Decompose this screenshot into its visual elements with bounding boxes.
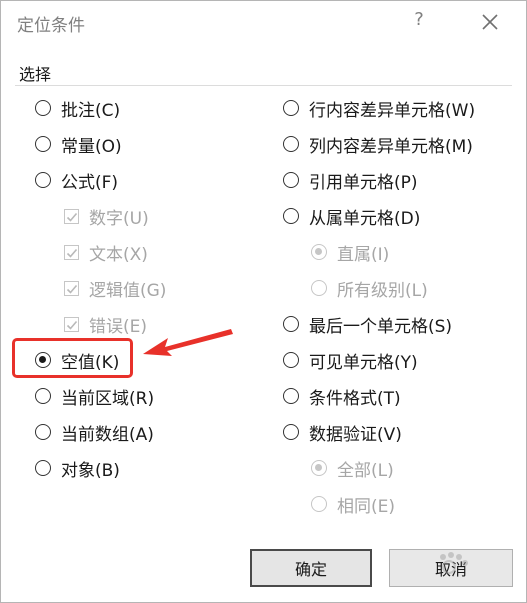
- radio-button[interactable]: [35, 460, 51, 476]
- radio-button[interactable]: [283, 136, 299, 152]
- option-validation-same: 相同(E): [311, 491, 395, 517]
- radio-button[interactable]: [35, 100, 51, 116]
- option-label: 相同(E): [337, 496, 396, 517]
- option-label: 全部(L): [337, 460, 394, 481]
- radio-button[interactable]: [35, 136, 51, 152]
- radio-button[interactable]: [283, 424, 299, 440]
- checkmark-icon: [66, 212, 78, 222]
- option-label: 可见单元格(Y): [309, 352, 418, 373]
- option-label: 公式(F): [61, 172, 119, 193]
- radio-button[interactable]: [283, 388, 299, 404]
- dialog-title: 定位条件: [17, 16, 85, 36]
- highlight-box: [12, 338, 133, 378]
- radio-button[interactable]: [283, 100, 299, 116]
- selection-group-label: 选择: [19, 65, 52, 84]
- radio-button[interactable]: [283, 208, 299, 224]
- close-button[interactable]: [477, 9, 503, 35]
- option-dependents[interactable]: 从属单元格(D): [283, 203, 420, 229]
- option-formulas[interactable]: 公式(F): [35, 167, 118, 193]
- option-label: 批注(C): [61, 100, 121, 121]
- radio-button[interactable]: [283, 352, 299, 368]
- option-label: 数据验证(V): [309, 424, 402, 445]
- option-label: 当前数组(A): [61, 424, 154, 445]
- checkbox: [64, 244, 79, 260]
- option-row-differences[interactable]: 行内容差异单元格(W): [283, 95, 475, 121]
- option-errors: 错误(E): [64, 311, 147, 337]
- radio-button: [311, 496, 327, 512]
- option-numbers: 数字(U): [64, 203, 149, 229]
- option-label: 逻辑值(G): [89, 280, 167, 301]
- go-to-special-dialog: 定位条件 ? 选择 批注(C) 常量(O) 公式(F) 数字(U) 文本(X): [0, 0, 527, 603]
- title-bar: 定位条件 ?: [1, 1, 526, 45]
- checkmark-icon: [66, 320, 78, 330]
- option-comments[interactable]: 批注(C): [35, 95, 120, 121]
- radio-button: [311, 460, 327, 476]
- option-validation-all: 全部(L): [311, 455, 394, 481]
- checkmark-icon: [66, 284, 78, 294]
- option-label: 对象(B): [61, 460, 120, 481]
- checkmark-icon: [66, 248, 78, 258]
- checkbox: [64, 280, 79, 296]
- radio-button[interactable]: [283, 172, 299, 188]
- option-label: 文本(X): [89, 244, 148, 265]
- option-label: 行内容差异单元格(W): [309, 100, 476, 121]
- option-label: 从属单元格(D): [309, 208, 421, 229]
- option-data-validation[interactable]: 数据验证(V): [283, 419, 402, 445]
- option-last-cell[interactable]: 最后一个单元格(S): [283, 311, 452, 337]
- option-precedents[interactable]: 引用单元格(P): [283, 167, 418, 193]
- ok-button[interactable]: 确定: [250, 549, 372, 587]
- checkbox: [64, 208, 79, 224]
- option-visible-cells[interactable]: 可见单元格(Y): [283, 347, 418, 373]
- radio-button[interactable]: [283, 316, 299, 332]
- radio-button: [311, 244, 327, 260]
- option-objects[interactable]: 对象(B): [35, 455, 120, 481]
- radio-button: [311, 280, 327, 296]
- option-logicals: 逻辑值(G): [64, 275, 166, 301]
- cancel-button[interactable]: 取消: [389, 549, 513, 587]
- help-button[interactable]: ?: [408, 9, 430, 33]
- checkbox: [64, 316, 79, 332]
- option-constants[interactable]: 常量(O): [35, 131, 122, 157]
- option-direct-only: 直属(I): [311, 239, 389, 265]
- radio-button[interactable]: [35, 172, 51, 188]
- option-label: 直属(I): [337, 244, 390, 265]
- option-text: 文本(X): [64, 239, 148, 265]
- option-label: 常量(O): [61, 136, 122, 157]
- option-label: 错误(E): [89, 316, 148, 337]
- option-label: 当前区域(R): [61, 388, 155, 409]
- option-column-differences[interactable]: 列内容差异单元格(M): [283, 131, 473, 157]
- option-label: 条件格式(T): [309, 388, 401, 409]
- radio-button[interactable]: [35, 388, 51, 404]
- option-label: 列内容差异单元格(M): [309, 136, 473, 157]
- group-divider: [15, 85, 512, 86]
- option-label: 引用单元格(P): [309, 172, 418, 193]
- red-arrow-icon: [143, 329, 233, 356]
- option-conditional-formats[interactable]: 条件格式(T): [283, 383, 401, 409]
- option-current-region[interactable]: 当前区域(R): [35, 383, 154, 409]
- radio-button[interactable]: [35, 424, 51, 440]
- option-label: 最后一个单元格(S): [309, 316, 453, 337]
- option-label: 所有级别(L): [337, 280, 428, 301]
- option-all-levels: 所有级别(L): [311, 275, 428, 301]
- option-label: 数字(U): [89, 208, 149, 229]
- option-current-array[interactable]: 当前数组(A): [35, 419, 154, 445]
- close-icon: [482, 14, 498, 30]
